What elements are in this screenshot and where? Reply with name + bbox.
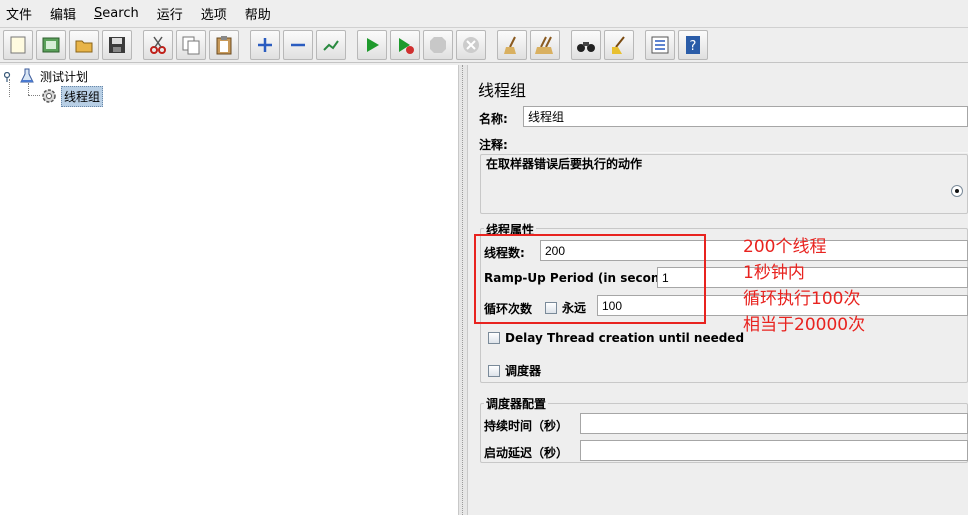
- toolbar: ?: [0, 27, 968, 63]
- save-icon: [109, 37, 125, 53]
- open-button[interactable]: [69, 30, 99, 60]
- search-button[interactable]: [571, 30, 601, 60]
- function-helper-button[interactable]: [645, 30, 675, 60]
- clear-button[interactable]: [497, 30, 527, 60]
- jmeter-window: 文件 编辑 Search 运行 选项 帮助 ? 测试计划 线程组 线程组 名称:…: [0, 0, 968, 515]
- menu-help[interactable]: 帮助: [243, 2, 273, 25]
- error-action-legend: 在取样器错误后要执行的动作: [484, 155, 645, 172]
- new-button[interactable]: [3, 30, 33, 60]
- scheduler-row[interactable]: 调度器: [488, 362, 541, 379]
- delay-thread-label: Delay Thread creation until needed: [505, 331, 745, 345]
- shutdown-icon: [463, 37, 479, 53]
- menu-run[interactable]: 运行: [155, 2, 185, 25]
- flask-icon: [20, 68, 34, 84]
- start-button[interactable]: [357, 30, 387, 60]
- tree-label-thread-group: 线程组: [61, 85, 104, 107]
- collapse-icon: [291, 43, 305, 47]
- cut-icon: [150, 36, 166, 54]
- tree-label-test-plan: 测试计划: [40, 69, 89, 84]
- shutdown-button[interactable]: [456, 30, 486, 60]
- list-icon: [651, 36, 669, 54]
- delay-thread-row[interactable]: Delay Thread creation until needed: [488, 331, 744, 345]
- start-icon: [367, 38, 379, 52]
- name-label: 名称:: [479, 112, 508, 126]
- templates-icon: [42, 37, 60, 53]
- continue-radio[interactable]: [951, 185, 963, 197]
- paste-icon: [216, 36, 232, 55]
- stop-icon: [430, 37, 446, 53]
- expand-button[interactable]: [250, 30, 280, 60]
- menu-edit[interactable]: 编辑: [48, 2, 78, 25]
- stop-button[interactable]: [423, 30, 453, 60]
- clear-all-button[interactable]: [530, 30, 560, 60]
- copy-icon: [182, 36, 200, 55]
- clear-icon: [504, 36, 516, 54]
- annotation-box: [474, 234, 706, 324]
- menu-bar: 文件 编辑 Search 运行 选项 帮助: [0, 0, 968, 26]
- comment-label: 注释:: [479, 138, 508, 152]
- start-no-pause-button[interactable]: [390, 30, 420, 60]
- paste-button[interactable]: [209, 30, 239, 60]
- test-plan-tree: 测试计划 线程组: [0, 65, 458, 515]
- copy-button[interactable]: [176, 30, 206, 60]
- help-button[interactable]: ?: [678, 30, 708, 60]
- binoculars-icon: [577, 42, 595, 52]
- annotation-line-4: 相当于20000次: [743, 315, 866, 335]
- scheduler-label: 调度器: [505, 364, 542, 378]
- gear-icon: [40, 87, 58, 105]
- startup-delay-field[interactable]: [580, 440, 968, 461]
- help-icon: ?: [686, 36, 700, 54]
- reset-search-button[interactable]: [604, 30, 634, 60]
- start-no-pause-icon: [399, 38, 414, 54]
- menu-search[interactable]: Search: [92, 4, 141, 23]
- collapse-button[interactable]: [283, 30, 313, 60]
- duration-field[interactable]: [580, 413, 968, 434]
- name-field[interactable]: [523, 106, 968, 127]
- scheduler-config-legend: 调度器配置: [484, 395, 549, 412]
- annotation-line-1: 200个线程: [743, 237, 827, 257]
- annotation-line-2: 1秒钟内: [743, 263, 805, 283]
- panel-title: 线程组: [478, 81, 527, 100]
- tree-handle-icon[interactable]: [3, 71, 14, 82]
- scheduler-checkbox[interactable]: [488, 364, 500, 377]
- toggle-button[interactable]: [316, 30, 346, 60]
- new-icon: [10, 36, 26, 54]
- clear-all-icon: [535, 36, 553, 54]
- annotation-line-3: 循环执行100次: [743, 289, 861, 309]
- svg-text:?: ?: [690, 39, 697, 54]
- delay-thread-checkbox[interactable]: [488, 332, 500, 344]
- tree-item-thread-group[interactable]: 线程组: [40, 85, 104, 107]
- split-pane-divider[interactable]: [458, 65, 468, 515]
- broom-icon: [612, 36, 625, 54]
- expand-icon: [258, 38, 272, 52]
- templates-button[interactable]: [36, 30, 66, 60]
- menu-options[interactable]: 选项: [199, 2, 229, 25]
- toggle-icon: [323, 40, 339, 51]
- duration-label: 持续时间（秒）: [484, 419, 569, 433]
- save-button[interactable]: [102, 30, 132, 60]
- open-icon: [75, 40, 93, 53]
- cut-button[interactable]: [143, 30, 173, 60]
- comment-field[interactable]: [519, 132, 968, 153]
- tree-item-test-plan[interactable]: 测试计划: [3, 66, 90, 86]
- menu-file[interactable]: 文件: [4, 2, 34, 25]
- startup-delay-label: 启动延迟（秒）: [484, 446, 569, 460]
